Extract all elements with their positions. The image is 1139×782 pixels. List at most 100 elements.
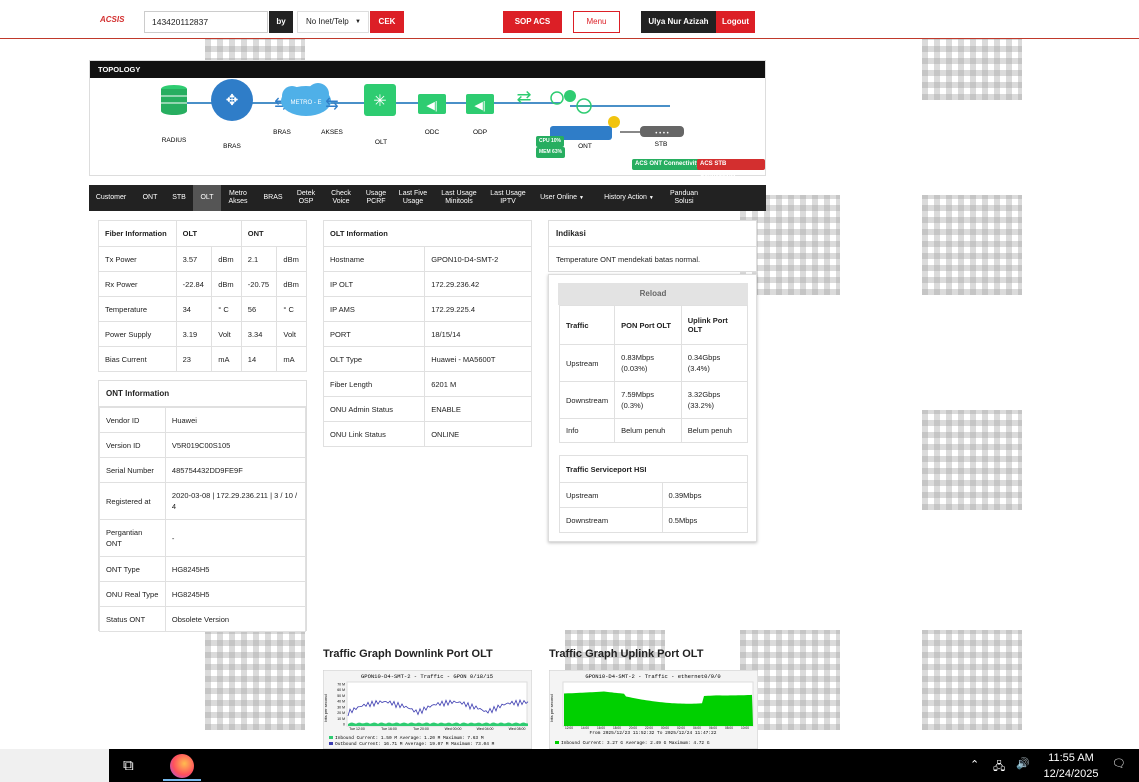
table-row: IP OLT 172.29.236.42 <box>322 271 532 297</box>
clock-date[interactable]: 12/24/2025 <box>1040 768 1102 780</box>
traffic-row-label: Upstream <box>558 344 616 382</box>
tab-customer[interactable]: Customer <box>92 185 130 211</box>
olt-info-value: 18/15/14 <box>424 321 532 347</box>
traffic-row-value: 0.34Gbps (3.4%) <box>680 344 749 382</box>
svg-text:• • • •: • • • • <box>655 131 668 137</box>
cek-button[interactable]: CEK <box>370 11 404 33</box>
downlink-y-tick: 50 M <box>337 694 345 698</box>
bras-router-icon: ✥ <box>211 79 253 121</box>
uplink-traffic-graph: GPON10-D4-SMT-2 - Traffic - ethernet0/9/… <box>549 670 758 749</box>
fiber-row-label: Rx Power <box>98 271 177 297</box>
downlink-chart-title: GPON10-D4-SMT-2 - Traffic - GPON 0/18/15 <box>361 673 493 680</box>
traffic-row-value: 7.59Mbps (0.3%) <box>614 381 682 419</box>
tab-user-online[interactable]: User Online ▼ <box>535 185 589 211</box>
logout-button[interactable]: Logout <box>716 11 755 33</box>
tab-usage-pcrf[interactable]: Usage PCRF <box>361 185 391 211</box>
tab-panduan-solusi[interactable]: Panduan Solusi <box>667 185 701 211</box>
task-view-icon[interactable]: ⧉ <box>123 757 134 774</box>
node-label-ont: ONT <box>578 143 592 150</box>
indikasi-title: Indikasi <box>549 221 756 247</box>
table-row: IP AMS 172.29.225.4 <box>322 296 532 322</box>
ont-info-value: 485754432DD9FE9F <box>164 457 307 483</box>
search-type-select[interactable]: No Inet/Telp ▼ <box>297 11 369 33</box>
table-row: Fiber Length 6201 M <box>322 371 532 397</box>
ont-info-value: - <box>164 519 307 557</box>
olt-info-value: ENABLE <box>424 396 532 422</box>
fiber-row-value: Volt <box>276 321 307 347</box>
globe-icon <box>576 98 592 114</box>
tab-last-usage-iptv[interactable]: Last Usage IPTV <box>487 185 529 211</box>
topology-panel: TOPOLOGY RADIUS ✥ BRAS ⇆ BRAS METRO - E <box>89 60 766 178</box>
downlink-x-tick: Tue 16:00 <box>381 727 397 731</box>
fiber-row-value: 34 <box>175 296 213 322</box>
traffic-table: Traffic PON Port OLT Uplink Port OLT Ups… <box>558 305 749 443</box>
uplink-inbound-stats: Inbound Current: 3.27 G Average: 2.49 G … <box>561 740 710 746</box>
olt-info-value: ONLINE <box>424 421 532 447</box>
olt-info-label: ONU Admin Status <box>322 396 426 422</box>
downlink-y-tick: 20 M <box>337 711 345 715</box>
fiber-row-value: dBm <box>211 246 242 272</box>
table-row: ONU Real Type HG8245H5 <box>99 581 307 607</box>
ont-info-title: ONT Information <box>99 381 306 407</box>
ont-info-value: HG8245H5 <box>164 556 307 582</box>
tab-detek-osp[interactable]: Detek OSP <box>291 185 321 211</box>
sop-acs-button[interactable]: SOP ACS <box>503 11 562 33</box>
svg-text:◀|: ◀| <box>426 100 437 112</box>
qr-watermark <box>205 630 305 730</box>
search-input[interactable] <box>144 11 268 33</box>
table-row: Upstream 0.83Mbps (0.03%) 0.34Gbps (3.4%) <box>558 344 749 382</box>
ont-badge-count: 5 <box>568 85 572 91</box>
ont-info-label: ONU Real Type <box>99 581 166 607</box>
tab-user-online-label: User Online <box>540 194 578 201</box>
top-bar: ACSIS by No Inet/Telp ▼ CEK SOP ACS Menu… <box>0 0 1139 39</box>
ont-information-table: Vendor ID Huawei Version ID V5R019C00S105 Se… <box>99 407 307 632</box>
downlink-graph-title: Traffic Graph Downlink Port OLT <box>323 648 493 660</box>
olt-info-label: ONU Link Status <box>322 421 426 447</box>
node-label-bras-2: BRAS <box>273 129 291 136</box>
node-label-odp: ODP <box>473 129 487 136</box>
tab-check-voice[interactable]: Check Voice <box>326 185 356 211</box>
table-row: Info Belum penuh Belum penuh <box>558 418 749 443</box>
uplink-chart-title: GPON10-D4-SMT-2 - Traffic - ethernet0/9/… <box>585 673 720 680</box>
table-row: ONU Link Status ONLINE <box>322 421 532 447</box>
fiber-row-value: 3.19 <box>175 321 213 347</box>
fiber-row-value: ° C <box>276 296 307 322</box>
ont-info-value: V5R019C00S105 <box>164 432 307 458</box>
acs-stb-connectivity-badge[interactable]: ACS STB Connectivity <box>697 159 765 178</box>
sync-arrows-icon: ⇄ <box>516 87 531 107</box>
reload-button[interactable]: Reload <box>558 283 748 305</box>
notification-icon[interactable]: 🗨 <box>1112 757 1126 770</box>
tab-ont[interactable]: ONT <box>136 185 164 211</box>
volume-icon[interactable]: 🔊 <box>1016 757 1030 770</box>
olt-info-title: OLT Information <box>323 220 532 247</box>
tab-metro-akses[interactable]: Metro Akses <box>224 185 252 211</box>
uplink-x-tick: 06:00 <box>709 726 717 730</box>
acs-ont-connectivity-badge[interactable]: ACS ONT Connectivity <box>632 159 703 170</box>
ont-info-label: Serial Number <box>99 457 166 483</box>
tab-stb[interactable]: STB <box>165 185 193 211</box>
indikasi-panel: Indikasi Temperature ONT mendekati batas… <box>548 220 757 272</box>
olt-info-label: Hostname <box>322 246 426 272</box>
uplink-x-tick: 08:00 <box>725 726 733 730</box>
tab-last-usage-minitools[interactable]: Last Usage Minitools <box>437 185 481 211</box>
traffic-row-value: Belum penuh <box>614 418 682 443</box>
tab-history-action[interactable]: History Action ▼ <box>596 185 662 211</box>
tab-last-five-usage[interactable]: Last Five Usage <box>395 185 431 211</box>
ont-info-value: HG8245H5 <box>164 581 307 607</box>
tab-olt[interactable]: OLT <box>193 185 221 211</box>
downlink-inbound-stats: Inbound Current: 1.50 M Average: 1.20 M … <box>335 735 484 741</box>
network-icon[interactable]: 🖧 <box>993 758 1005 777</box>
uplink-x-tick: 18:00 <box>613 726 621 730</box>
downlink-x-tick: Tue 12:00 <box>349 727 365 731</box>
node-label-odc: ODC <box>425 129 440 136</box>
tab-bras[interactable]: BRAS <box>259 185 287 211</box>
fiber-header-label: Fiber Information <box>98 220 177 247</box>
ont-info-value: Obsolete Version <box>164 606 307 632</box>
indikasi-text: Temperature ONT mendekati batas normal. <box>556 255 701 264</box>
search-type-value: No Inet/Telp <box>306 17 349 26</box>
clock-time[interactable]: 11:55 AM <box>1043 752 1099 764</box>
chevron-up-icon[interactable]: ⌃ <box>970 758 979 771</box>
ont-info-label: ONT Type <box>99 556 166 582</box>
firefox-icon[interactable] <box>170 754 194 778</box>
menu-button[interactable]: Menu <box>573 11 620 33</box>
